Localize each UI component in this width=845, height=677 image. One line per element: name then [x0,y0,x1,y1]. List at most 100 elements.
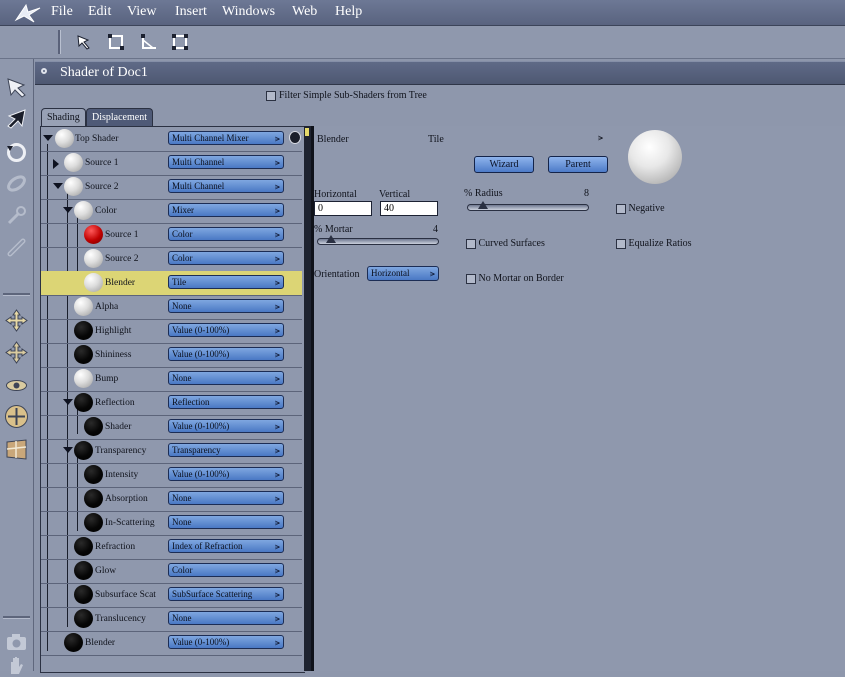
shader-type-dropdown[interactable]: Tile ⪫ [168,275,284,289]
shader-type-dropdown[interactable]: Multi Channel ⪫ [168,179,284,193]
shader-type-dropdown[interactable]: Value (0-100%) ⪫ [168,635,284,649]
shader-type-dropdown[interactable]: Value (0-100%) ⪫ [168,347,284,361]
equalize-ratios-checkbox[interactable] [616,238,626,249]
expand-right-icon[interactable] [53,159,59,169]
tree-row[interactable]: Top Shader Multi Channel Mixer ⪫ [41,127,302,152]
rotate-tool-icon[interactable] [4,140,29,165]
splitter-handle[interactable] [305,128,309,136]
shader-type-dropdown[interactable]: Value (0-100%) ⪫ [168,467,284,481]
filter-subshaders-checkbox[interactable] [266,90,276,101]
scale-tool-icon[interactable] [4,373,29,398]
parent-button[interactable]: Parent [548,156,608,173]
expand-down-icon[interactable] [53,183,63,189]
tree-row[interactable]: Refraction Index of Refraction ⪫ [41,535,302,560]
tree-row[interactable]: Shader Value (0-100%) ⪫ [41,415,302,440]
shader-preview-sphere [628,130,682,184]
tree-row[interactable]: Shininess Value (0-100%) ⪫ [41,343,302,368]
mortar-slider-knob[interactable] [326,235,336,243]
curved-surfaces-option[interactable]: Curved Surfaces [466,238,545,249]
shader-type-dropdown[interactable]: Value (0-100%) ⪫ [168,419,284,433]
expand-down-icon[interactable] [43,135,53,141]
tree-row[interactable]: Color Mixer ⪫ [41,199,302,224]
tree-row[interactable]: Bump None ⪫ [41,367,302,392]
rect-select-icon[interactable] [106,32,126,52]
tree-row[interactable]: Source 2 Multi Channel ⪫ [41,175,302,200]
tree-row[interactable]: Blender Tile ⪫ [41,271,302,296]
texture-tool-icon[interactable] [4,437,29,462]
equalize-ratios-option[interactable]: Equalize Ratios [616,238,692,249]
radius-slider-knob[interactable] [478,201,488,209]
negative-checkbox[interactable] [616,203,626,214]
horizontal-input[interactable]: 0 [314,201,372,216]
expand-down-icon[interactable] [63,447,73,453]
shader-type-dropdown[interactable]: Color ⪫ [168,227,284,241]
arrow-select-icon[interactable] [74,32,94,52]
shader-type-dropdown[interactable]: Mixer ⪫ [168,203,284,217]
tree-row[interactable]: Source 1 Color ⪫ [41,223,302,248]
tree-row[interactable]: Source 2 Color ⪫ [41,247,302,272]
shader-type-dropdown[interactable]: Index of Refraction ⪫ [168,539,284,553]
mortar-slider[interactable] [317,235,439,245]
shader-type-dropdown[interactable]: Color ⪫ [168,251,284,265]
tree-row[interactable]: Translucency None ⪫ [41,607,302,632]
shader-ball-icon [74,345,93,364]
move-tool-icon[interactable] [4,308,29,333]
tree-row[interactable]: Alpha None ⪫ [41,295,302,320]
tree-row[interactable]: Transparency Transparency ⪫ [41,439,302,464]
panel-close-icon[interactable] [41,68,47,74]
no-mortar-border-checkbox[interactable] [466,273,476,284]
tree-row[interactable]: Absorption None ⪫ [41,487,302,512]
shader-type-dropdown[interactable]: Value (0-100%) ⪫ [168,323,284,337]
no-mortar-border-option[interactable]: No Mortar on Border [466,273,564,284]
menu-file[interactable]: File [51,4,73,20]
tab-shading[interactable]: Shading [41,108,86,126]
menu-edit[interactable]: Edit [88,4,111,20]
vertex-select-icon[interactable] [139,32,159,52]
menu-view[interactable]: View [127,4,156,20]
chain-tool-icon[interactable] [4,235,29,260]
vertical-input[interactable]: 40 [380,201,438,216]
shader-type-dropdown[interactable]: SubSurface Scattering ⪫ [168,587,284,601]
expand-down-icon[interactable] [63,207,73,213]
wizard-button[interactable]: Wizard [474,156,534,173]
direct-select-icon[interactable] [4,106,29,131]
tab-displacement[interactable]: Displacement [86,108,153,126]
tree-row[interactable]: Source 1 Multi Channel ⪫ [41,151,302,176]
shader-type-dropdown[interactable]: Reflection ⪫ [168,395,284,409]
shader-type-dropdown[interactable]: None ⪫ [168,515,284,529]
menu-windows[interactable]: Windows [222,4,275,20]
pointer-tool-icon[interactable] [4,75,29,100]
shader-type-dropdown[interactable]: Color ⪫ [168,563,284,577]
curved-surfaces-checkbox[interactable] [466,238,476,249]
orientation-dropdown[interactable]: Horizontal ⪫ [367,266,439,281]
menu-web[interactable]: Web [292,4,317,20]
expand-down-icon[interactable] [63,399,73,405]
tree-row[interactable]: Glow Color ⪫ [41,559,302,584]
wrench-tool-icon[interactable] [4,203,29,228]
menu-help[interactable]: Help [335,4,362,20]
trackball-tool-icon[interactable] [4,404,29,429]
tree-row[interactable]: Reflection Reflection ⪫ [41,391,302,416]
shader-type-dropdown[interactable]: Transparency ⪫ [168,443,284,457]
shader-type-dropdown[interactable]: None ⪫ [168,611,284,625]
tree-row[interactable]: Highlight Value (0-100%) ⪫ [41,319,302,344]
trash-icon[interactable] [289,131,301,144]
tree-row[interactable]: Intensity Value (0-100%) ⪫ [41,463,302,488]
filter-subshaders-option[interactable]: Filter Simple Sub-Shaders from Tree [266,90,427,101]
shader-type-dropdown[interactable]: None ⪫ [168,299,284,313]
shader-type-dropdown[interactable]: Multi Channel Mixer ⪫ [168,131,284,145]
menu-insert[interactable]: Insert [175,4,207,20]
radius-slider[interactable] [467,201,589,211]
shader-type-dropdown[interactable]: None ⪫ [168,371,284,385]
link-tool-icon[interactable] [4,171,29,196]
shader-type-dropdown[interactable]: Multi Channel ⪫ [168,155,284,169]
shader-type-dropdown[interactable]: None ⪫ [168,491,284,505]
box-select-icon[interactable] [170,32,190,52]
hand-icon[interactable] [4,652,29,677]
negative-option[interactable]: Negative [616,203,665,214]
tree-row[interactable]: In-Scattering None ⪫ [41,511,302,536]
tree-row[interactable]: Subsurface Scat SubSurface Scattering ⪫ [41,583,302,608]
shader-type-dropdown-icon[interactable]: ⪫ [598,132,603,143]
tree-row[interactable]: Blender Value (0-100%) ⪫ [41,631,302,656]
pan-tool-icon[interactable] [4,340,29,365]
